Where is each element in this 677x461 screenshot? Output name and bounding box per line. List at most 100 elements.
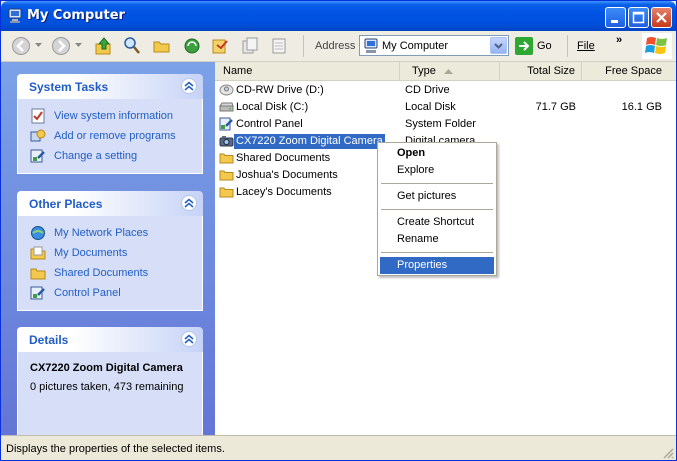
up-folder-icon[interactable] [95, 36, 113, 56]
place-control-panel[interactable]: Control Panel [18, 284, 202, 304]
list-item[interactable]: Local Disk (C:) Local Disk 71.7 GB 16.1 … [215, 99, 676, 116]
explorer-window: My Computer Address My Computer Go File … [0, 0, 677, 461]
chevron-up-icon [184, 198, 194, 208]
details-item-info: 0 pictures taken, 473 remaining [30, 381, 184, 393]
details-panel: Details CX7220 Zoom Digital Camera 0 pic… [17, 327, 203, 439]
menu-label: Explore [397, 164, 435, 176]
title-bar[interactable]: My Computer [1, 1, 676, 31]
item-name[interactable]: CD-RW Drive (D:) [236, 84, 324, 96]
collapse-button[interactable] [181, 78, 197, 94]
file-menu[interactable]: File [577, 40, 595, 52]
search-icon[interactable] [123, 36, 141, 56]
task-change-setting[interactable]: Change a setting [18, 147, 202, 167]
item-name[interactable]: Shared Documents [236, 152, 330, 164]
sync-icon[interactable] [183, 36, 201, 56]
views-icon[interactable] [271, 36, 289, 56]
go-label[interactable]: Go [537, 40, 552, 52]
status-bar: Displays the properties of the selected … [1, 435, 676, 460]
other-places-header[interactable]: Other Places [17, 191, 203, 216]
menu-item-get-pictures[interactable]: Get pictures [380, 188, 494, 205]
place-my-documents[interactable]: My Documents [18, 244, 202, 264]
item-type: System Folder [405, 118, 476, 130]
system-tasks-header[interactable]: System Tasks [17, 74, 203, 99]
folder-icon [219, 153, 234, 164]
network-icon [31, 226, 45, 240]
column-header-free-space[interactable]: Free Space [582, 62, 676, 81]
go-button[interactable] [515, 37, 533, 55]
list-item[interactable]: CD-RW Drive (D:) CD Drive [215, 82, 676, 99]
address-input[interactable]: My Computer [382, 40, 448, 52]
forward-icon[interactable] [51, 36, 71, 56]
list-item[interactable]: Control Panel System Folder [215, 116, 676, 133]
toolbar-separator [567, 35, 568, 57]
toolbar-separator [303, 35, 304, 57]
collapse-button[interactable] [181, 331, 197, 347]
system-tasks-panel: System Tasks View system information Add… [17, 74, 203, 174]
minimize-icon [611, 20, 618, 23]
hard-drive-icon [219, 102, 234, 112]
minimize-button[interactable] [605, 7, 626, 28]
toolbar: Address My Computer Go File » [1, 31, 676, 62]
column-header-type[interactable]: Type [400, 62, 500, 81]
menu-item-open[interactable]: Open [380, 145, 494, 162]
place-shared-documents[interactable]: Shared Documents [18, 264, 202, 284]
menu-item-create-shortcut[interactable]: Create Shortcut [380, 214, 494, 231]
item-name[interactable]: Joshua's Documents [236, 169, 338, 181]
menu-item-explore[interactable]: Explore [380, 162, 494, 179]
item-name[interactable]: CX7220 Zoom Digital Camera [234, 134, 385, 149]
menu-item-rename[interactable]: Rename [380, 231, 494, 248]
forward-dropdown-icon[interactable] [75, 43, 82, 63]
task-label[interactable]: View system information [54, 110, 173, 122]
address-dropdown-button[interactable] [490, 37, 507, 54]
copy-to-icon[interactable] [241, 36, 259, 56]
item-name[interactable]: Control Panel [236, 118, 303, 130]
back-icon[interactable] [11, 36, 31, 56]
maximize-icon [632, 11, 645, 24]
add-remove-programs-icon [30, 129, 46, 142]
resize-grip-icon[interactable] [662, 447, 674, 459]
folder-icon [30, 268, 46, 280]
item-name[interactable]: Local Disk (C:) [236, 101, 308, 113]
toolbar-chevron[interactable]: » [616, 34, 622, 46]
menu-label: Open [397, 147, 426, 159]
folder-icon [219, 170, 234, 181]
place-label[interactable]: Control Panel [54, 287, 121, 299]
place-label[interactable]: My Documents [54, 247, 127, 259]
item-name[interactable]: Lacey's Documents [236, 186, 332, 198]
menu-label: Properties [397, 259, 448, 271]
computer-icon [8, 8, 22, 23]
place-my-network-places[interactable]: My Network Places [18, 224, 202, 244]
chevron-down-icon [494, 43, 503, 49]
close-button[interactable] [651, 7, 672, 28]
context-menu: Open Explore Get pictures Create Shortcu… [377, 142, 497, 276]
task-view-system-information[interactable]: View system information [18, 107, 202, 127]
maximize-button[interactable] [628, 7, 649, 28]
panel-title: Other Places [29, 197, 103, 211]
status-text: Displays the properties of the selected … [6, 443, 225, 455]
details-header[interactable]: Details [17, 327, 203, 352]
task-label[interactable]: Add or remove programs [54, 130, 176, 142]
column-header-total-size[interactable]: Total Size [500, 62, 582, 81]
documents-folder-icon [30, 246, 46, 260]
control-panel-icon [30, 149, 45, 163]
back-dropdown-icon[interactable] [35, 43, 42, 63]
cd-drive-icon [219, 84, 234, 96]
chevron-up-icon [184, 81, 194, 91]
menu-separator [381, 252, 493, 253]
computer-icon [364, 38, 378, 53]
camera-icon [219, 136, 234, 147]
folder-icon [219, 187, 234, 198]
column-header-name[interactable]: Name [215, 62, 400, 81]
move-to-icon[interactable] [211, 36, 229, 56]
windows-logo-icon [642, 33, 672, 59]
column-label: Type [412, 65, 436, 77]
folders-icon[interactable] [153, 36, 171, 56]
place-label[interactable]: Shared Documents [54, 267, 148, 279]
task-add-remove-programs[interactable]: Add or remove programs [18, 127, 202, 147]
menu-label: Get pictures [397, 190, 457, 202]
menu-item-properties[interactable]: Properties [380, 257, 494, 274]
collapse-button[interactable] [181, 195, 197, 211]
address-bar[interactable]: My Computer [359, 35, 509, 56]
place-label[interactable]: My Network Places [54, 227, 148, 239]
task-label[interactable]: Change a setting [54, 150, 137, 162]
